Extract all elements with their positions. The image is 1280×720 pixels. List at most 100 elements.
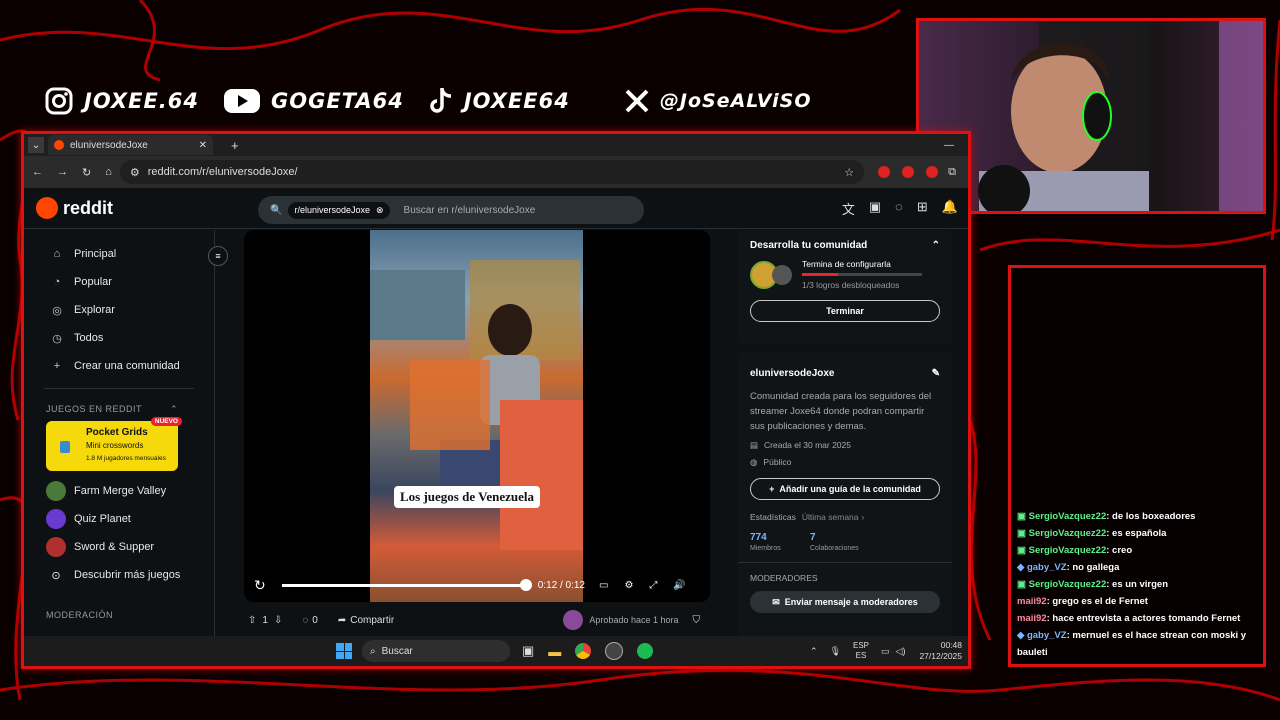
game-item[interactable]: Farm Merge Valley	[24, 477, 214, 505]
shield-icon[interactable]: ⛉	[693, 615, 701, 626]
game-item[interactable]: Quiz Planet	[24, 505, 214, 533]
chat-text: : creo	[1106, 545, 1133, 556]
clock[interactable]: 00:48 27/12/2025	[919, 640, 962, 662]
network-icon[interactable]: ▭	[881, 646, 890, 657]
captions-icon[interactable]: ▭	[599, 580, 608, 591]
forward-icon[interactable]: →	[57, 166, 68, 178]
community-setup-card: Desarrolla tu comunidad ⌃ Termina de conf…	[738, 230, 952, 344]
site-info-icon[interactable]: ⚙	[130, 166, 140, 179]
minimize-icon[interactable]: —	[944, 140, 954, 151]
guide-button-label: Añadir una guía de la comunidad	[779, 484, 921, 494]
reddit-logo[interactable]: reddit	[36, 197, 113, 219]
url-field[interactable]: ⚙ reddit.com/r/eluniversodeJoxe/ ☆	[119, 160, 865, 184]
left-sidebar: ≡ ⌂ Principal ◔ Popular ◎ Explorar ◷ Todos +…	[24, 230, 228, 640]
video-player[interactable]: Los juegos de Venezuela ↻ 0:12 / 0:12 ▭ …	[244, 230, 710, 602]
nav-item-todos[interactable]: ◷ Todos	[24, 324, 214, 352]
browser-tab[interactable]: eluniversodeJoxe ✕	[48, 135, 213, 155]
extensions-puzzle-icon[interactable]: ⧉	[948, 166, 956, 179]
spotify-icon[interactable]	[637, 643, 654, 659]
chat-username[interactable]: SergioVazquez22	[1029, 545, 1107, 556]
reload-icon[interactable]: ↻	[82, 166, 91, 179]
chat-username[interactable]: SergioVazquez22	[1029, 511, 1107, 522]
file-explorer-icon[interactable]: ▬	[548, 644, 561, 659]
discover-games[interactable]: ⊙ Descubrir más juegos	[24, 561, 214, 589]
search-community-chip[interactable]: r/eluniversodeJoxe ⊗	[288, 201, 390, 219]
create-post-icon[interactable]: ⊞	[917, 199, 928, 218]
fullscreen-icon[interactable]: ⤢	[649, 580, 657, 591]
chat-username[interactable]: maii92	[1017, 596, 1047, 607]
add-guide-button[interactable]: + Añadir una guía de la comunidad	[750, 478, 940, 500]
comment-icon[interactable]: ◌	[302, 615, 308, 626]
message-mods-button[interactable]: ✉ Enviar mensaje a moderadores	[750, 591, 940, 613]
arcade-scene	[370, 260, 583, 550]
chat-username[interactable]: maii92	[1017, 613, 1047, 624]
nav-item-create-community[interactable]: + Crear una comunidad	[24, 352, 214, 380]
share-icon[interactable]: ➦	[338, 615, 346, 626]
sub-badge-icon: ▣	[1017, 528, 1029, 539]
chat-icon[interactable]: ◌	[895, 199, 903, 218]
close-icon[interactable]: ✕	[199, 140, 207, 151]
game-item[interactable]: Sword & Supper	[24, 533, 214, 561]
sub-badge-icon: ▣	[1017, 579, 1029, 590]
windows-start-icon[interactable]	[336, 643, 352, 659]
chat-messages: ▣ SergioVazquez22: de los boxeadores ▣ Se…	[1011, 508, 1263, 661]
games-section-header[interactable]: JUEGOS EN REDDIT ⌃	[24, 399, 214, 419]
nav-item-principal[interactable]: ⌂ Principal	[24, 240, 214, 268]
chevron-right-icon: ›	[861, 512, 865, 522]
progress-handle[interactable]	[519, 578, 532, 591]
progress-label: 1/3 logros desbloqueados	[802, 280, 900, 290]
sidebar-toggle-icon[interactable]: ≡	[208, 246, 228, 266]
moderation-header[interactable]: MODERACIÓN	[24, 605, 214, 625]
nav-item-explorar[interactable]: ◎ Explorar	[24, 296, 214, 324]
instagram-icon	[45, 87, 73, 115]
language-indicator[interactable]: ESP ES	[853, 641, 869, 661]
volume-icon[interactable]: ◁)	[896, 646, 906, 657]
chip-close-icon[interactable]: ⊗	[376, 205, 384, 216]
tray-chevron-icon[interactable]: ⌃	[810, 646, 818, 657]
replay-icon[interactable]: ↻	[254, 577, 266, 594]
upvote-icon[interactable]: ⇧	[248, 615, 256, 626]
popular-icon: ◔	[53, 276, 61, 288]
chrome-icon[interactable]	[575, 643, 592, 659]
back-icon[interactable]: ←	[32, 166, 43, 178]
new-tab-icon[interactable]: +	[231, 138, 239, 153]
chat-message: ▣ SergioVazquez22: creo	[1011, 542, 1263, 559]
translate-icon[interactable]: 文	[842, 199, 855, 218]
volume-icon[interactable]: 🔊	[673, 580, 685, 591]
task-label: Termina de configurarla	[802, 259, 891, 269]
chat-username[interactable]: gaby_VZ	[1027, 630, 1067, 641]
obs-icon[interactable]	[605, 642, 624, 660]
settings-gear-icon[interactable]: ⚙	[624, 580, 633, 591]
share-label[interactable]: Compartir	[350, 615, 394, 626]
bookmark-star-icon[interactable]: ☆	[844, 166, 854, 179]
microphone-icon[interactable]: 🎙	[830, 646, 841, 657]
chat-username[interactable]: gaby_VZ	[1027, 562, 1067, 573]
chevron-up-icon[interactable]: ⌃	[932, 240, 940, 251]
ads-icon[interactable]: ▣	[869, 199, 881, 218]
edit-pencil-icon[interactable]: ✎	[932, 368, 940, 379]
chat-username[interactable]: SergioVazquez22	[1029, 579, 1107, 590]
created-date: Creada el 30 mar 2025	[764, 440, 851, 450]
chat-message: ▣ SergioVazquez22: es un virgen	[1011, 576, 1263, 593]
extension-icon[interactable]	[902, 166, 915, 178]
downvote-icon[interactable]: ⇩	[274, 615, 282, 626]
tab-list-icon[interactable]: ⌄	[28, 137, 44, 153]
contrib-label: Colaboraciones	[810, 545, 859, 552]
chat-username[interactable]: SergioVazquez22	[1029, 528, 1107, 539]
video-time: 0:12 / 0:12	[537, 579, 585, 591]
extension-icon[interactable]	[926, 166, 939, 178]
stats-period[interactable]: Última semana	[802, 512, 859, 522]
extension-icon[interactable]	[878, 166, 891, 178]
right-column: Desarrolla tu comunidad ⌃ Termina de conf…	[738, 230, 952, 638]
nav-item-popular[interactable]: ◔ Popular	[24, 268, 214, 296]
task-view-icon[interactable]: ▣	[522, 643, 534, 659]
finish-button[interactable]: Terminar	[750, 300, 940, 322]
mail-icon: ✉	[772, 596, 780, 607]
taskbar-search[interactable]: ⌕ Buscar	[362, 640, 510, 662]
home-icon[interactable]: ⌂	[105, 166, 112, 178]
notifications-icon[interactable]: 🔔	[942, 199, 958, 218]
pocket-title: Pocket Grids	[86, 427, 148, 438]
search-bar[interactable]: 🔍 r/eluniversodeJoxe ⊗ Buscar en r/eluniv…	[258, 196, 644, 224]
pocket-grids-card[interactable]: Pocket Grids Mini crosswords 1.8 M jugad…	[46, 417, 182, 471]
video-progress-bar[interactable]	[281, 578, 532, 591]
